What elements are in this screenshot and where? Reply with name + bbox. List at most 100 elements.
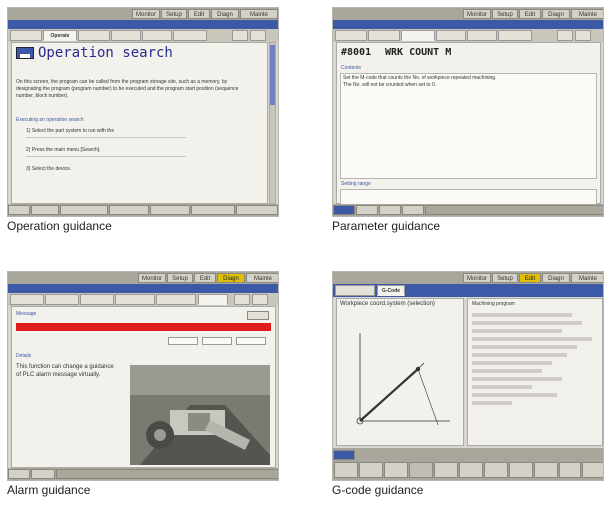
menu-diagn[interactable]: Diagn xyxy=(217,273,245,283)
tab-5[interactable] xyxy=(156,294,196,305)
softkey-4[interactable] xyxy=(402,205,424,215)
softkey-1[interactable] xyxy=(8,205,30,215)
tab-program[interactable] xyxy=(335,285,375,296)
softkey-4[interactable] xyxy=(409,462,433,478)
menu-mainte[interactable]: Mainte xyxy=(240,9,278,19)
tab-process-param[interactable] xyxy=(78,30,110,41)
softkey-3[interactable] xyxy=(56,469,278,479)
tab-icon-b[interactable] xyxy=(575,30,591,41)
softkey-1[interactable] xyxy=(334,462,358,478)
tab-icon-a[interactable] xyxy=(234,294,250,305)
softkey-5[interactable] xyxy=(150,205,190,215)
scroll-thumb[interactable] xyxy=(270,45,275,105)
softkey-5[interactable] xyxy=(434,462,458,478)
softkey-9[interactable] xyxy=(534,462,558,478)
menu-diagn[interactable]: Diagn xyxy=(542,9,570,19)
softkey-11[interactable] xyxy=(582,462,603,478)
softkey-3[interactable] xyxy=(60,205,108,215)
coordinate-diagram xyxy=(356,333,450,426)
screen-title-bar xyxy=(333,20,603,29)
g-code-softkey-area xyxy=(333,448,603,480)
tab-process-param[interactable] xyxy=(401,30,435,41)
tab-icon-a[interactable] xyxy=(232,30,248,41)
step-divider-1 xyxy=(26,137,186,138)
menu-diagn[interactable]: Diagn xyxy=(211,9,239,19)
tab-1[interactable] xyxy=(10,294,44,305)
tab-g-code[interactable] xyxy=(142,30,172,41)
edit-button[interactable] xyxy=(247,311,269,320)
operation-search-heading: Operation search xyxy=(38,45,173,61)
softkey-bar xyxy=(333,204,603,216)
menu-mainte[interactable]: Mainte xyxy=(571,9,603,19)
softkey-4[interactable] xyxy=(109,205,149,215)
details-label: Details xyxy=(16,353,32,359)
g-code-title: Workpiece coord.system (selection) xyxy=(340,301,435,307)
softkey-5[interactable] xyxy=(425,205,603,215)
tab-alarm[interactable] xyxy=(498,30,532,41)
scrollbar[interactable] xyxy=(269,42,276,204)
softkey-2[interactable] xyxy=(31,469,55,479)
tab-operate[interactable]: Operate xyxy=(43,30,77,41)
contents-label: Contents xyxy=(341,65,362,71)
tab-shortcut[interactable] xyxy=(10,30,42,41)
menu-edit[interactable]: Edit xyxy=(519,273,541,283)
tab-file-param[interactable] xyxy=(436,30,466,41)
menu-edit[interactable]: Edit xyxy=(188,9,210,19)
section-heading: Executing an operation search xyxy=(16,117,84,123)
menu-diagn[interactable]: Diagn xyxy=(542,273,570,283)
tab-icon-a[interactable] xyxy=(557,30,573,41)
parameter-guidance-body: #8001 WRK COUNT M Contents Set the M-cod… xyxy=(336,42,601,205)
menu-monitor[interactable]: Monitor xyxy=(463,9,491,19)
softkey-8[interactable] xyxy=(509,462,533,478)
softkey-7[interactable] xyxy=(484,462,508,478)
screen-title-bar xyxy=(8,20,278,29)
softkey-1[interactable] xyxy=(8,469,30,479)
tab-g-code[interactable] xyxy=(467,30,497,41)
menu-monitor[interactable]: Monitor xyxy=(463,273,491,283)
tab-shortcut[interactable] xyxy=(335,30,367,41)
tab-3[interactable] xyxy=(80,294,114,305)
menu-mainte[interactable]: Mainte xyxy=(571,273,603,283)
menu-monitor[interactable]: Monitor xyxy=(132,9,160,19)
softkey-2[interactable] xyxy=(31,205,59,215)
machine-photo xyxy=(130,365,270,465)
caption-operation-guidance: Operation guidance xyxy=(7,219,112,233)
menu-edit[interactable]: Edit xyxy=(194,273,216,283)
tab-g-code[interactable]: G-Code xyxy=(377,285,405,296)
softkey-3[interactable] xyxy=(379,205,401,215)
parameter-number: #8001 xyxy=(341,47,372,58)
guidance-tab-row: G-Code xyxy=(333,284,603,297)
menu-setup[interactable]: Setup xyxy=(161,9,187,19)
menu-monitor[interactable]: Monitor xyxy=(138,273,166,283)
softkey-bar xyxy=(8,204,278,216)
tab-icon-b[interactable] xyxy=(250,30,266,41)
tab-4[interactable] xyxy=(115,294,155,305)
tab-icon-b[interactable] xyxy=(252,294,268,305)
softkey-7[interactable] xyxy=(236,205,278,215)
softkey-3[interactable] xyxy=(384,462,408,478)
step-divider-2 xyxy=(26,156,186,157)
top-menu-bar: Monitor Setup Edit Diagn Mainte xyxy=(333,272,603,284)
operation-guidance-screen: Monitor Setup Edit Diagn Mainte Operate … xyxy=(7,7,279,217)
tab-2[interactable] xyxy=(45,294,79,305)
tab-file-param[interactable] xyxy=(111,30,141,41)
menu-setup[interactable]: Setup xyxy=(492,9,518,19)
menu-setup[interactable]: Setup xyxy=(492,273,518,283)
softkey-2[interactable] xyxy=(359,462,383,478)
tab-operate[interactable] xyxy=(368,30,400,41)
contents-box: Set the M-code that counts the No. of wo… xyxy=(340,73,597,179)
menu-edit[interactable]: Edit xyxy=(519,9,541,19)
menu-setup[interactable]: Setup xyxy=(167,273,193,283)
softkey-6[interactable] xyxy=(191,205,235,215)
tab-alarm[interactable] xyxy=(198,294,228,305)
menu-mainte[interactable]: Mainte xyxy=(246,273,278,283)
softkey-select[interactable] xyxy=(333,450,355,460)
tab-alarm[interactable] xyxy=(173,30,207,41)
softkey-10[interactable] xyxy=(559,462,581,478)
softkey-6[interactable] xyxy=(459,462,483,478)
softkey-2[interactable] xyxy=(356,205,378,215)
softkey-1[interactable] xyxy=(333,205,355,215)
intro-paragraph: On this screen, the program can be calle… xyxy=(16,79,239,99)
details-text: This function can change a guidance of P… xyxy=(16,364,114,378)
plc-device-info xyxy=(122,337,272,345)
